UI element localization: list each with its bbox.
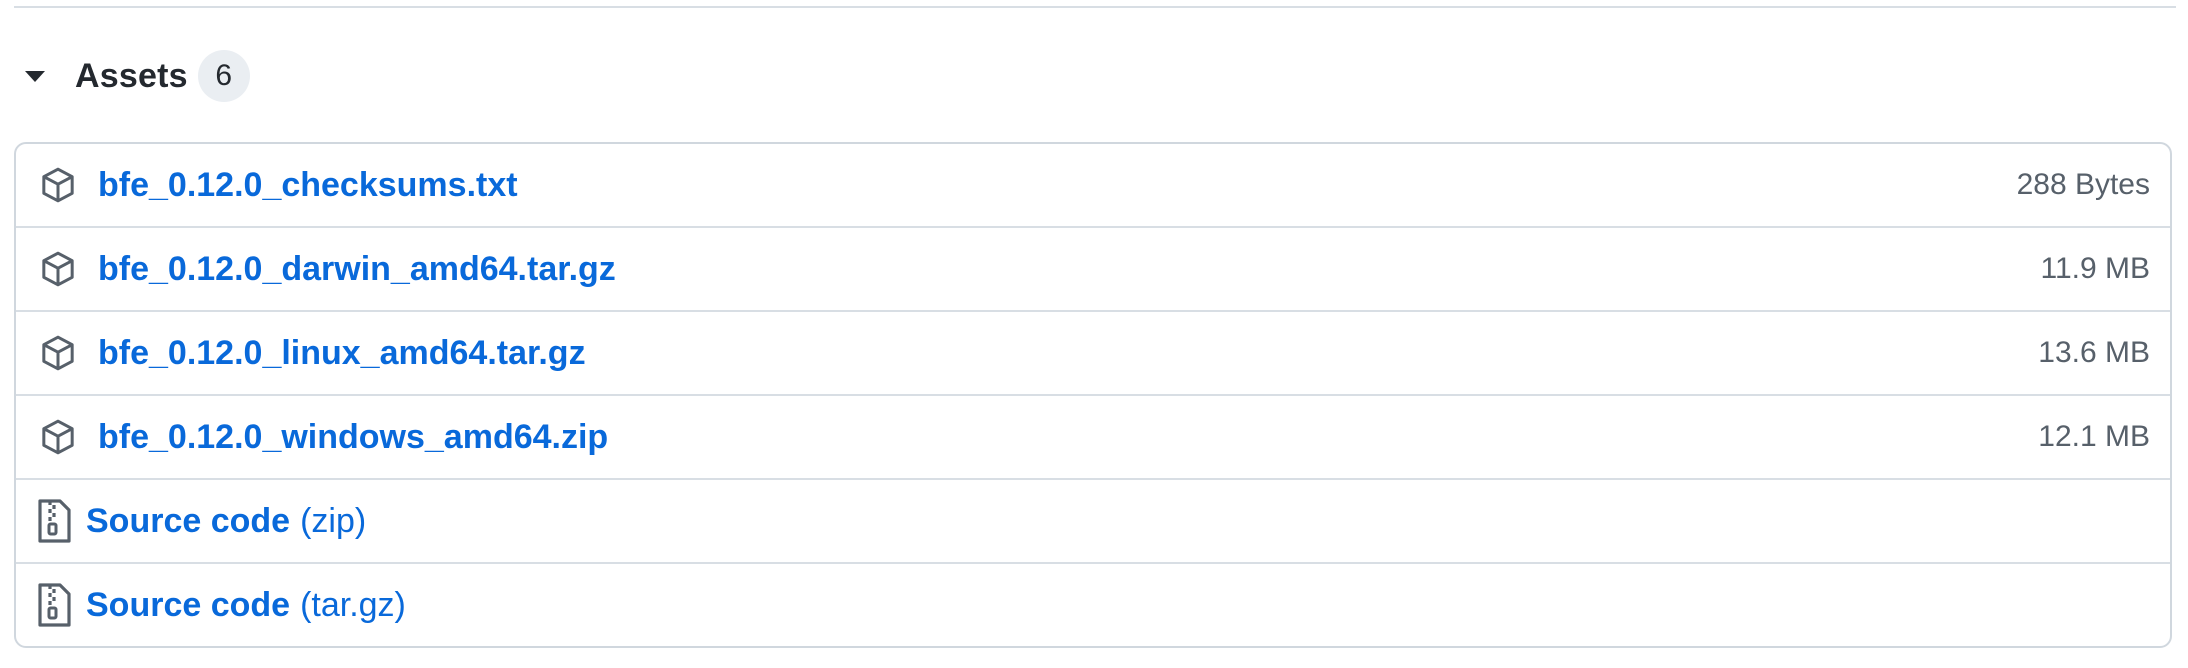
source-code-targz-link[interactable]: Source code (tar.gz) xyxy=(86,586,406,625)
source-format-label: (zip) xyxy=(300,501,367,540)
package-icon xyxy=(42,167,74,203)
triangle-down-icon[interactable] xyxy=(25,70,45,82)
assets-title[interactable]: Assets xyxy=(75,57,188,96)
source-row: Source code (zip) xyxy=(16,480,2170,564)
asset-link[interactable]: bfe_0.12.0_linux_amd64.tar.gz xyxy=(98,334,586,373)
source-format-label: (tar.gz) xyxy=(300,585,406,624)
asset-link[interactable]: bfe_0.12.0_windows_amd64.zip xyxy=(98,418,608,457)
asset-link[interactable]: bfe_0.12.0_checksums.txt xyxy=(98,166,518,205)
asset-row: bfe_0.12.0_darwin_amd64.tar.gz 11.9 MB xyxy=(16,228,2170,312)
file-zip-icon xyxy=(38,499,71,543)
section-divider xyxy=(14,6,2176,8)
asset-size: 11.9 MB xyxy=(2040,252,2151,285)
assets-count-badge: 6 xyxy=(197,50,250,102)
source-code-zip-link[interactable]: Source code (zip) xyxy=(86,502,366,541)
package-icon xyxy=(42,419,74,455)
source-row: Source code (tar.gz) xyxy=(16,564,2170,646)
asset-row: bfe_0.12.0_windows_amd64.zip 12.1 MB xyxy=(16,396,2170,480)
asset-row: bfe_0.12.0_linux_amd64.tar.gz 13.6 MB xyxy=(16,312,2170,396)
source-code-label: Source code xyxy=(86,585,291,624)
assets-list: bfe_0.12.0_checksums.txt 288 Bytes bfe_0… xyxy=(14,142,2172,648)
asset-size: 288 Bytes xyxy=(2016,168,2150,201)
asset-link[interactable]: bfe_0.12.0_darwin_amd64.tar.gz xyxy=(98,250,616,289)
source-code-label: Source code xyxy=(86,501,291,540)
release-assets-section: Assets 6 bfe_0.12.0_checksums.txt 288 By… xyxy=(0,0,2188,668)
asset-size: 13.6 MB xyxy=(2038,336,2150,369)
package-icon xyxy=(42,251,74,287)
asset-row: bfe_0.12.0_checksums.txt 288 Bytes xyxy=(16,144,2170,228)
assets-header[interactable]: Assets 6 xyxy=(0,48,250,104)
file-zip-icon xyxy=(38,583,71,627)
package-icon xyxy=(42,335,74,371)
asset-size: 12.1 MB xyxy=(2038,420,2150,453)
